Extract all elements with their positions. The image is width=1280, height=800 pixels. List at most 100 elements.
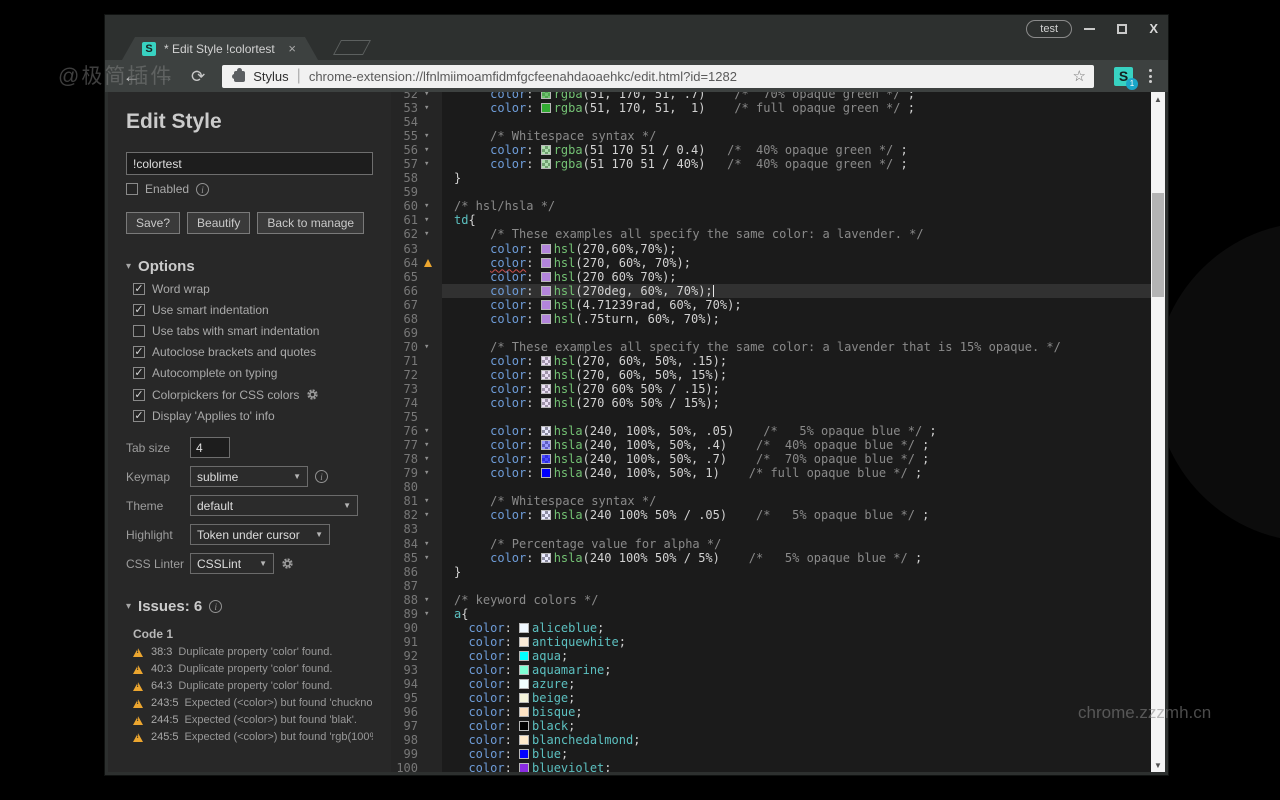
code-text[interactable]: color: hsl(270, 60%, 70%); xyxy=(442,256,1151,270)
code-line-97[interactable]: 97 color: black; xyxy=(391,719,1151,734)
code-line-79[interactable]: 79 ▾ color: hsla(240, 100%, 50%, 1) /* fu… xyxy=(391,466,1151,481)
code-line-81[interactable]: 81 ▾ /* Whitespace syntax */ xyxy=(391,494,1151,509)
code-line-56[interactable]: 56 ▾ color: rgba(51 170 51 / 0.4) /* 40% … xyxy=(391,143,1151,158)
code-line-74[interactable]: 74 color: hsl(270 60% 50% / 15%); xyxy=(391,396,1151,411)
code-line-67[interactable]: 67 color: hsl(4.71239rad, 60%, 70%); xyxy=(391,297,1151,312)
color-swatch[interactable] xyxy=(540,552,551,563)
fold-arrow-icon[interactable]: ▾ xyxy=(421,157,442,172)
color-swatch[interactable] xyxy=(540,92,551,99)
code-text[interactable]: color: hsl(270,60%,70%); xyxy=(442,242,1151,256)
color-swatch[interactable] xyxy=(540,468,551,479)
code-text[interactable]: color: bisque; xyxy=(442,705,1151,719)
tab-size-input[interactable] xyxy=(190,437,230,458)
option-checkbox[interactable]: ✓ xyxy=(133,367,145,379)
code-text[interactable] xyxy=(442,410,1151,424)
color-swatch[interactable] xyxy=(519,622,530,633)
scrollbar-thumb[interactable] xyxy=(1152,193,1164,297)
code-text[interactable] xyxy=(442,522,1151,536)
code-line-59[interactable]: 59 xyxy=(391,185,1151,200)
fold-arrow-icon[interactable]: ▾ xyxy=(421,536,442,551)
code-line-53[interactable]: 53 ▾ color: rgba(51, 170, 51, 1) /* full … xyxy=(391,101,1151,116)
color-swatch[interactable] xyxy=(540,355,551,366)
fold-arrow-icon[interactable]: ▾ xyxy=(421,452,442,467)
color-swatch[interactable] xyxy=(540,285,551,296)
color-swatch[interactable] xyxy=(519,749,530,760)
code-text[interactable]: td{ xyxy=(442,213,1151,227)
color-swatch[interactable] xyxy=(540,313,551,324)
option-checkbox[interactable]: ✓ xyxy=(133,283,145,295)
code-line-76[interactable]: 76 ▾ color: hsla(240, 100%, 50%, .05) /* … xyxy=(391,424,1151,439)
code-text[interactable]: /* keyword colors */ xyxy=(442,593,1151,607)
code-text[interactable]: color: hsl(.75turn, 60%, 70%); xyxy=(442,312,1151,326)
code-line-96[interactable]: 96 color: bisque; xyxy=(391,705,1151,720)
issues-section-header[interactable]: ▾ Issues: 6 i xyxy=(126,598,373,615)
fold-arrow-icon[interactable]: ▾ xyxy=(421,550,442,565)
save-button[interactable]: Save? xyxy=(126,212,181,234)
url-bar[interactable]: Stylus | chrome-extension://lfnlmiimoamf… xyxy=(222,64,1094,88)
stylus-toolbar-icon[interactable]: S 1 xyxy=(1114,66,1138,90)
code-text[interactable]: color: hsl(270 60% 50% / 15%); xyxy=(442,396,1151,410)
color-swatch[interactable] xyxy=(540,145,551,156)
code-text[interactable]: color: hsl(270 60% 50% / .15); xyxy=(442,382,1151,396)
code-text[interactable]: color: blueviolet; xyxy=(442,761,1151,772)
fold-arrow-icon[interactable]: ▾ xyxy=(421,92,442,102)
fold-arrow-icon[interactable]: ▾ xyxy=(421,606,442,621)
code-line-99[interactable]: 99 color: blue; xyxy=(391,747,1151,762)
code-line-92[interactable]: 92 color: aqua; xyxy=(391,648,1151,663)
new-tab-button[interactable] xyxy=(333,40,371,55)
code-text[interactable]: color: hsla(240, 100%, 50%, .4) /* 40% o… xyxy=(442,438,1151,452)
fold-arrow-icon[interactable]: ▾ xyxy=(421,199,442,214)
color-swatch[interactable] xyxy=(540,299,551,310)
code-text[interactable]: color: hsl(270deg, 60%, 70%); xyxy=(442,283,1151,298)
gear-icon[interactable] xyxy=(305,387,320,402)
fold-arrow-icon[interactable]: ▾ xyxy=(421,424,442,439)
color-swatch[interactable] xyxy=(519,693,530,704)
color-swatch[interactable] xyxy=(519,707,530,718)
tab-close-icon[interactable]: × xyxy=(288,41,296,56)
code-line-91[interactable]: 91 color: antiquewhite; xyxy=(391,634,1151,649)
code-line-94[interactable]: 94 color: azure; xyxy=(391,676,1151,692)
css-linter-select[interactable]: CSSLint ▼ xyxy=(190,553,274,574)
code-line-87[interactable]: 87 xyxy=(391,578,1151,593)
code-line-90[interactable]: 90 color: aliceblue; xyxy=(391,620,1151,635)
option-checkbox[interactable] xyxy=(133,325,145,337)
code-text[interactable]: color: azure; xyxy=(442,677,1151,691)
fold-arrow-icon[interactable]: ▾ xyxy=(421,143,442,158)
code-text[interactable]: color: rgba(51 170 51 / 40%) /* 40% opaq… xyxy=(442,157,1151,171)
code-line-86[interactable]: 86} xyxy=(391,564,1151,579)
color-swatch[interactable] xyxy=(519,664,530,675)
close-icon[interactable]: X xyxy=(1149,22,1158,35)
option-checkbox[interactable]: ✓ xyxy=(133,346,145,358)
code-text[interactable]: color: blanchedalmond; xyxy=(442,733,1151,747)
code-line-61[interactable]: 61 ▾ td{ xyxy=(391,213,1151,228)
bookmark-star-icon[interactable]: ☆ xyxy=(1073,67,1086,85)
option-checkbox[interactable]: ✓ xyxy=(133,304,145,316)
style-name-input[interactable] xyxy=(126,152,373,175)
fold-arrow-icon[interactable]: ▾ xyxy=(421,592,442,607)
code-line-65[interactable]: 65 color: hsl(270 60% 70%); xyxy=(391,269,1151,284)
code-line-64[interactable]: 64 color: hsl(270, 60%, 70%); xyxy=(391,255,1151,270)
code-text[interactable]: color: hsl(270, 60%, 50%, 15%); xyxy=(442,368,1151,382)
color-swatch[interactable] xyxy=(519,721,530,732)
fold-arrow-icon[interactable]: ▾ xyxy=(421,466,442,481)
issues-info-icon[interactable]: i xyxy=(209,600,223,613)
gear-icon[interactable] xyxy=(280,556,295,571)
code-text[interactable]: color: beige; xyxy=(442,691,1151,705)
issue-item[interactable]: 38:3 Duplicate property 'color' found. xyxy=(126,646,373,658)
color-swatch[interactable] xyxy=(540,426,551,437)
code-line-68[interactable]: 68 color: hsl(.75turn, 60%, 70%); xyxy=(391,311,1151,326)
issue-item[interactable]: 244:5 Expected (<color>) but found 'blak'… xyxy=(126,714,373,726)
fold-arrow-icon[interactable]: ▾ xyxy=(421,227,442,242)
code-line-98[interactable]: 98 color: blanchedalmond; xyxy=(391,733,1151,748)
code-line-54[interactable]: 54 xyxy=(391,115,1151,130)
issue-item[interactable]: 40:3 Duplicate property 'color' found. xyxy=(126,663,373,675)
menu-dots-icon[interactable] xyxy=(1149,69,1152,83)
code-line-78[interactable]: 78 ▾ color: hsla(240, 100%, 50%, .7) /* 7… xyxy=(391,452,1151,467)
code-text[interactable]: color: hsl(270 60% 70%); xyxy=(442,270,1151,284)
beautify-button[interactable]: Beautify xyxy=(187,212,251,234)
color-swatch[interactable] xyxy=(540,159,551,170)
code-text[interactable]: } xyxy=(442,565,1151,579)
color-swatch[interactable] xyxy=(540,369,551,380)
color-swatch[interactable] xyxy=(519,763,530,772)
issue-item[interactable]: 245:5 Expected (<color>) but found 'rgb(1… xyxy=(126,731,373,743)
